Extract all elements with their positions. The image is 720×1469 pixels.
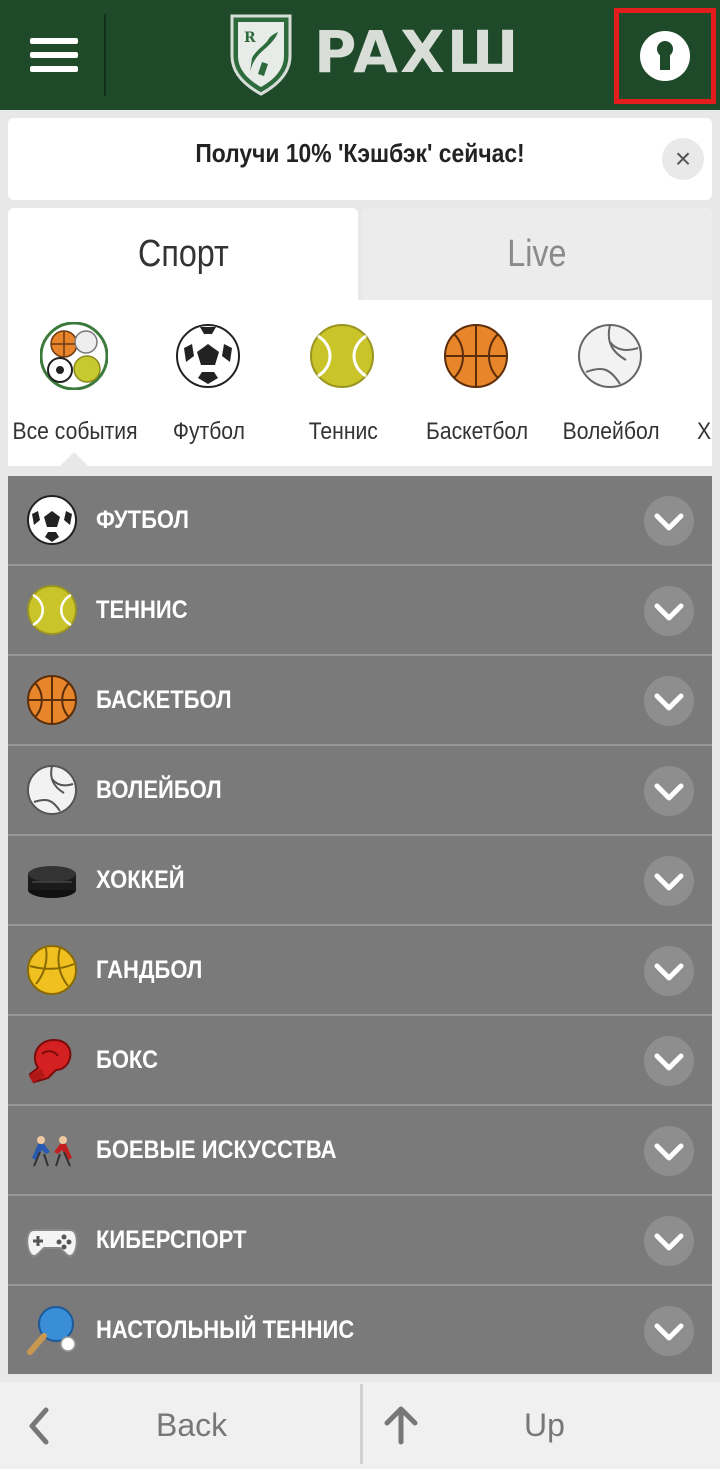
- chevron-down-icon[interactable]: [644, 676, 694, 726]
- strip-item-volleyball[interactable]: Волейбол: [544, 300, 678, 466]
- strip-label: Волейбол: [562, 418, 660, 445]
- gamepad-icon: [26, 1229, 78, 1257]
- sport-row-boxing[interactable]: БОКС: [8, 1016, 712, 1104]
- martial-arts-icon: [32, 1136, 72, 1167]
- hockey-puck-icon: [28, 866, 76, 898]
- tab-live[interactable]: Live: [362, 208, 712, 300]
- logo-shield-icon: R: [230, 14, 292, 96]
- sport-row-label: ГАНДБОЛ: [96, 956, 203, 984]
- arrow-up-icon: [384, 1406, 418, 1445]
- sport-row-label: ФУТБОЛ: [96, 506, 189, 534]
- logo-shield-letter: R: [244, 30, 256, 46]
- keyhole-icon: [640, 31, 690, 81]
- strip-item-all-events[interactable]: Все события: [8, 300, 142, 466]
- sport-category-strip: Все события Футбол Теннис Баскетбол Воле…: [8, 300, 712, 466]
- volleyball-icon: [27, 765, 77, 815]
- sport-row-label: ВОЛЕЙБОЛ: [96, 776, 222, 804]
- sport-row-basketball[interactable]: БАСКЕТБОЛ: [8, 656, 712, 744]
- sport-row-label: НАСТОЛЬНЫЙ ТЕННИС: [96, 1316, 355, 1344]
- tab-sport-label: Спорт: [137, 233, 229, 275]
- sport-row-volleyball[interactable]: ВОЛЕЙБОЛ: [8, 746, 712, 834]
- sport-row-label: БАСКЕТБОЛ: [96, 686, 232, 714]
- up-label: Up: [524, 1407, 565, 1443]
- strip-label: Баскетбол: [425, 418, 529, 445]
- login-button[interactable]: [614, 8, 716, 104]
- tennis-icon: [310, 324, 374, 388]
- sport-row-martial-arts[interactable]: БОЕВЫЕ ИСКУССТВА: [8, 1106, 712, 1194]
- sport-row-football[interactable]: ФУТБОЛ: [8, 476, 712, 564]
- handball-icon: [27, 945, 77, 995]
- chevron-down-icon[interactable]: [644, 496, 694, 546]
- boxing-glove-icon: [28, 1038, 72, 1084]
- sport-row-label: БОЕВЫЕ ИСКУССТВА: [96, 1136, 337, 1164]
- strip-selection-pointer: [60, 452, 88, 466]
- chevron-down-icon[interactable]: [644, 1306, 694, 1356]
- sport-row-handball[interactable]: ГАНДБОЛ: [8, 926, 712, 1014]
- close-icon[interactable]: ×: [662, 138, 704, 180]
- sport-row-esports[interactable]: КИБЕРСПОРТ: [8, 1196, 712, 1284]
- tennis-icon: [27, 585, 77, 635]
- strip-item-hockey[interactable]: Х: [678, 300, 712, 466]
- basketball-icon: [444, 324, 508, 388]
- chevron-left-icon: [29, 1407, 49, 1445]
- football-icon: [27, 495, 77, 545]
- chevron-down-icon[interactable]: [644, 766, 694, 816]
- strip-label: Все события: [12, 418, 138, 445]
- promo-text: Получи 10% 'Кэшбэк' сейчас!: [195, 138, 525, 168]
- strip-label: Футбол: [173, 418, 245, 445]
- header-divider: [104, 14, 106, 96]
- logo-text: PAXШ: [314, 18, 521, 86]
- chevron-down-icon[interactable]: [644, 1036, 694, 1086]
- chevron-down-icon[interactable]: [644, 1126, 694, 1176]
- sport-row-table-tennis[interactable]: НАСТОЛЬНЫЙ ТЕННИС: [8, 1286, 712, 1374]
- sport-row-label: ТЕННИС: [96, 596, 188, 624]
- sport-row-label: КИБЕРСПОРТ: [96, 1226, 247, 1254]
- chevron-down-icon[interactable]: [644, 856, 694, 906]
- back-button[interactable]: Back: [0, 1382, 360, 1469]
- basketball-icon: [27, 675, 77, 725]
- tab-live-label: Live: [507, 233, 567, 275]
- all-events-icon: [40, 322, 108, 390]
- tab-sport[interactable]: Спорт: [8, 208, 358, 300]
- chevron-down-icon[interactable]: [644, 946, 694, 996]
- chevron-down-icon[interactable]: [644, 586, 694, 636]
- strip-label: Теннис: [308, 418, 378, 445]
- strip-item-tennis[interactable]: Теннис: [276, 300, 410, 466]
- strip-item-basketball[interactable]: Баскетбол: [410, 300, 544, 466]
- chevron-down-icon[interactable]: [644, 1216, 694, 1266]
- table-tennis-icon: [27, 1306, 76, 1355]
- sport-row-label: ХОККЕЙ: [96, 866, 185, 894]
- sport-row-hockey[interactable]: ХОККЕЙ: [8, 836, 712, 924]
- back-label: Back: [156, 1407, 228, 1443]
- sport-row-label: БОКС: [96, 1046, 158, 1074]
- strip-item-football[interactable]: Футбол: [142, 300, 276, 466]
- hamburger-menu-icon[interactable]: [30, 38, 78, 72]
- promo-banner: Получи 10% 'Кэшбэк' сейчас!: [8, 118, 712, 200]
- volleyball-icon: [578, 324, 642, 388]
- football-icon: [176, 324, 240, 388]
- up-button[interactable]: Up: [363, 1382, 720, 1469]
- strip-label: Х: [696, 418, 712, 445]
- sport-row-tennis[interactable]: ТЕННИС: [8, 566, 712, 654]
